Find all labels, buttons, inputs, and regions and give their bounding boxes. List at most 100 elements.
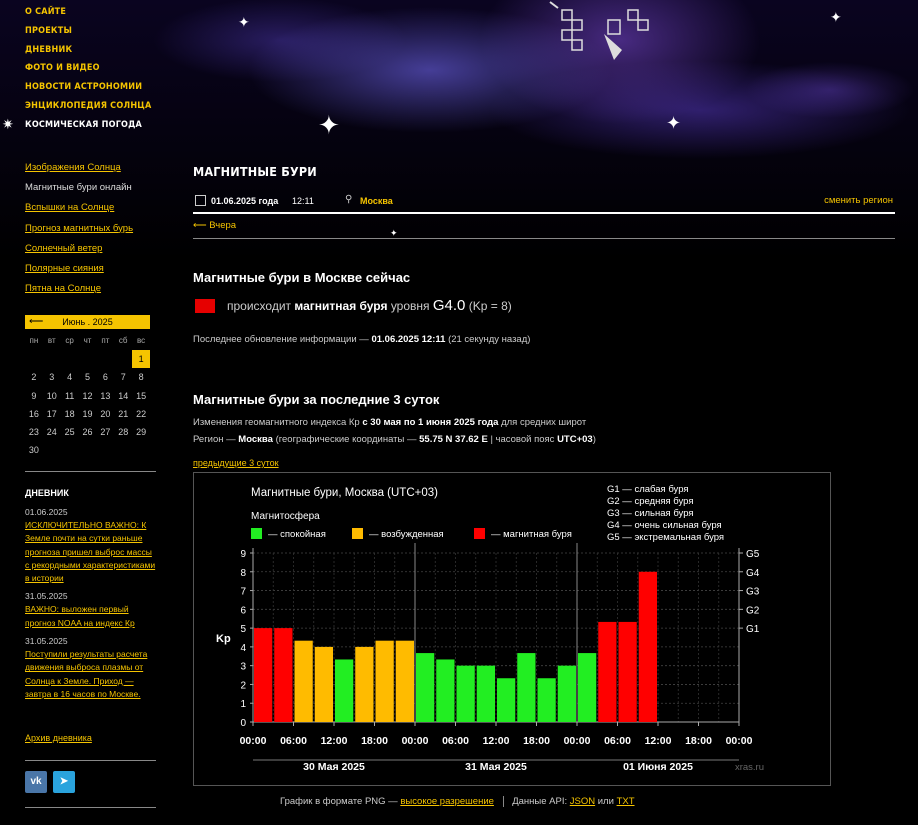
kp-bar	[314, 646, 333, 722]
calendar-day[interactable]: 23	[25, 423, 43, 441]
calendar-day[interactable]: 21	[114, 405, 132, 423]
kp-bar	[557, 665, 576, 722]
calendar-weekday: сб	[118, 336, 128, 345]
current-city[interactable]: Москва	[360, 196, 393, 206]
txt-link[interactable]: TXT	[617, 796, 635, 807]
change-region-link[interactable]: сменить регион	[824, 195, 893, 206]
calendar-day[interactable]: 1	[132, 350, 151, 369]
calendar-day[interactable]: 12	[79, 387, 97, 405]
day-label: 31 Мая 2025	[465, 761, 527, 773]
last-update: Последнее обновление информации — 01.06.…	[193, 334, 530, 345]
diary-entry-date: 31.05.2025	[25, 636, 68, 647]
x-tick-label: 00:00	[402, 735, 429, 747]
star-icon: ✦	[318, 110, 340, 140]
calendar-day[interactable]: 14	[114, 387, 132, 405]
calendar-day[interactable]: 30	[25, 441, 43, 459]
main-nav-item[interactable]: Новости астрономии	[25, 81, 152, 100]
diary-entry-link[interactable]: ИСКЛЮЧИТЕЛЬНО ВАЖНО: К Земле почти на су…	[25, 519, 157, 585]
calendar-day[interactable]: 5	[79, 368, 97, 386]
high-res-link[interactable]: высокое разрешение	[400, 796, 494, 807]
kp-bar	[476, 665, 495, 722]
main-nav: О сайте Проекты Дневник Фото и видео Новости…	[25, 6, 152, 138]
main-nav-item[interactable]: Дневник	[25, 44, 152, 63]
diary-title: Дневник	[25, 488, 69, 498]
kp-bar	[456, 665, 475, 722]
calendar-day[interactable]: 28	[114, 423, 132, 441]
diary-entry-link[interactable]: ВАЖНО: выложен первый прогноз NOAA на ин…	[25, 603, 157, 630]
calendar-blank	[25, 350, 43, 368]
calendar-day[interactable]: 11	[61, 387, 79, 405]
calendar-day[interactable]: 7	[114, 368, 132, 386]
telegram-icon[interactable]: ➤	[53, 771, 75, 793]
legend-swatch	[352, 528, 363, 539]
x-tick-label: 06:00	[442, 735, 469, 747]
calendar-day[interactable]: 29	[132, 423, 150, 441]
calendar-day[interactable]: 8	[132, 368, 150, 386]
calendar-day[interactable]: 25	[61, 423, 79, 441]
calendar-day[interactable]: 10	[43, 387, 61, 405]
now-storm: магнитная буря	[294, 299, 388, 313]
previous-3-days-link[interactable]: предыдущие 3 суток	[193, 458, 279, 468]
main-nav-item[interactable]: Энциклопедия Солнца	[25, 100, 152, 119]
kp-chart-svg: Магнитные бури, Москва (UTC+03) Магнитосф…	[216, 484, 764, 773]
satellite-logo-icon[interactable]	[548, 0, 658, 66]
y-tick-label: 9	[240, 549, 246, 560]
kp-bar	[395, 640, 414, 722]
subnav-item[interactable]: Солнечный ветер	[25, 243, 133, 263]
calendar-day[interactable]: 9	[25, 387, 43, 405]
yesterday-bar: ⟵ Вчера	[193, 220, 895, 239]
line2-pre: Регион —	[193, 434, 236, 445]
calendar-day[interactable]: 6	[96, 368, 114, 386]
subnav-item[interactable]: Вспышки на Солнце	[25, 202, 133, 222]
calendar-day[interactable]: 13	[96, 387, 114, 405]
calendar-day[interactable]: 4	[61, 368, 79, 386]
calendar-day[interactable]: 15	[132, 387, 150, 405]
diary-entry-date: 01.06.2025	[25, 507, 68, 517]
main-nav-item[interactable]: Космическая погода	[25, 119, 152, 138]
star-icon: ✦	[238, 14, 250, 30]
calendar-day[interactable]: 19	[79, 405, 97, 423]
legend-swatch	[251, 528, 262, 539]
yesterday-link[interactable]: ⟵ Вчера	[193, 220, 236, 231]
subnav-item[interactable]: Пятна на Солнце	[25, 283, 133, 303]
calendar-day[interactable]: 2	[25, 368, 43, 386]
calendar-day[interactable]: 20	[96, 405, 114, 423]
calendar-day[interactable]: 27	[96, 423, 114, 441]
kp-bar	[416, 653, 435, 722]
vk-icon[interactable]: vk	[25, 771, 47, 793]
update-ago: (21 секунду назад)	[448, 334, 531, 345]
subnav-item[interactable]: Полярные сияния	[25, 263, 133, 283]
kp-bar	[254, 628, 273, 722]
calendar-day[interactable]: 24	[43, 423, 61, 441]
star-icon: ✦	[830, 9, 842, 25]
g-legend-item: G3 — сильная буря	[607, 508, 694, 519]
diary-archive-link[interactable]: Архив дневника	[25, 733, 92, 743]
main-nav-item[interactable]: Проекты	[25, 25, 152, 44]
calendar-weekday: вс	[137, 336, 146, 345]
active-star-icon: ✷	[2, 116, 14, 132]
diary-entry-date: 31.05.2025	[25, 591, 68, 602]
calendar-day[interactable]: 26	[79, 423, 97, 441]
g-legend-item: G2 — средняя буря	[607, 496, 693, 507]
x-tick-label: 18:00	[523, 735, 550, 747]
calendar-prev-arrow-icon[interactable]: ⟵	[29, 315, 43, 329]
calendar-day[interactable]: 16	[25, 405, 43, 423]
diary-entry-link[interactable]: Поступили результаты расчета движения вы…	[25, 648, 157, 701]
calendar-day[interactable]: 17	[43, 405, 61, 423]
g-legend-item: G5 — экстремальная буря	[607, 532, 724, 543]
legend-swatch	[474, 528, 485, 539]
calendar-day[interactable]: 3	[43, 368, 61, 386]
calendar-weekday: пн	[29, 336, 39, 345]
kp-bar	[537, 678, 556, 722]
main-nav-item[interactable]: О сайте	[25, 6, 152, 25]
calendar-day[interactable]: 22	[132, 405, 150, 423]
main-nav-item[interactable]: Фото и видео	[25, 62, 152, 81]
x-tick-label: 00:00	[564, 735, 591, 747]
now-kp: (Kp = 8)	[468, 299, 512, 313]
png-pre: График в формате PNG —	[280, 796, 398, 808]
subnav-item[interactable]: Прогноз магнитных бурь	[25, 223, 133, 243]
json-link[interactable]: JSON	[570, 796, 595, 807]
subnav-item[interactable]: Изображения Солнца	[25, 162, 133, 182]
y-tick-label: 3	[240, 662, 246, 673]
calendar-day[interactable]: 18	[61, 405, 79, 423]
